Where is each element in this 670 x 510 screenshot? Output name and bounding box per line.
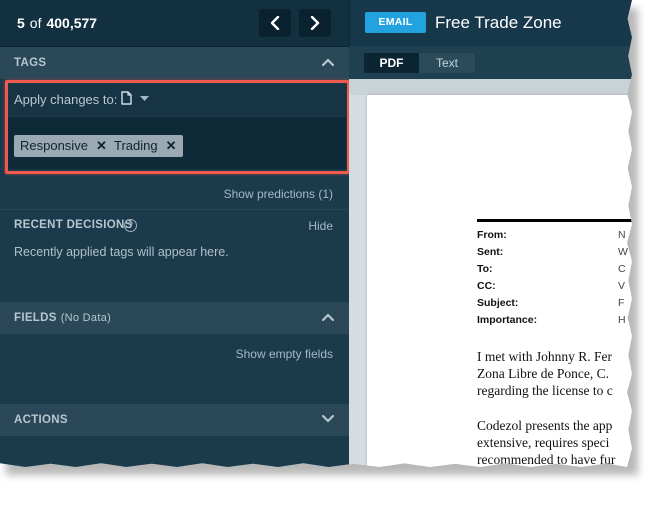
document-viewer: EMAIL Free Trade Zone PDF Text From: Sen… xyxy=(349,0,632,467)
actions-section-header[interactable]: ACTIONS xyxy=(0,404,349,436)
email-badge: EMAIL xyxy=(365,12,426,33)
document-header: EMAIL Free Trade Zone xyxy=(349,0,632,46)
header-label-from: From: xyxy=(477,229,507,241)
show-empty-fields-link[interactable]: Show empty fields xyxy=(236,347,333,361)
tab-pdf[interactable]: PDF xyxy=(364,53,419,73)
header-label-cc: CC: xyxy=(477,280,496,292)
chevron-left-icon xyxy=(270,16,280,30)
next-document-button[interactable] xyxy=(299,9,331,37)
header-label-importance: Importance: xyxy=(477,314,538,326)
header-label-subject: Subject: xyxy=(477,297,519,309)
recent-decisions-title: RECENT DECISIONS xyxy=(14,219,133,231)
chevron-up-icon[interactable] xyxy=(322,312,334,322)
chevron-right-icon xyxy=(310,16,320,30)
view-toggle-bar: PDF Text xyxy=(349,46,632,79)
highlight-box xyxy=(5,80,350,174)
body-text-line: regarding the license to c xyxy=(477,383,613,398)
tags-title: TAGS xyxy=(14,57,47,69)
body-text-line: Codezol presents the app xyxy=(477,418,613,433)
document-page: From: Sent: To: CC: Subject: Importance:… xyxy=(367,95,632,467)
header-value-from: N xyxy=(618,229,626,241)
help-icon[interactable]: ? xyxy=(124,219,137,232)
document-counter: 5 of 400,577 xyxy=(17,15,97,31)
total-count: 400,577 xyxy=(46,15,98,31)
left-panel: 5 of 400,577 TAGS Apply changes to: Respon… xyxy=(0,0,350,467)
show-predictions-link[interactable]: Show predictions (1) xyxy=(224,187,333,201)
chevron-down-icon[interactable] xyxy=(322,414,334,424)
header-rule xyxy=(477,219,632,222)
fields-subtitle: (No Data) xyxy=(60,312,112,324)
viewer-background xyxy=(349,79,632,95)
header-label-to: To: xyxy=(477,263,493,275)
header-value-to: C xyxy=(618,263,626,275)
document-navigation: 5 of 400,577 xyxy=(0,0,349,47)
fields-section-header[interactable]: FIELDS (No Data) xyxy=(0,302,349,334)
counter-of: of xyxy=(29,15,42,31)
header-value-cc: V xyxy=(618,280,626,292)
header-value-subject: F xyxy=(618,297,625,309)
actions-title: ACTIONS xyxy=(14,414,68,426)
fields-title-text: FIELDS xyxy=(14,312,57,324)
header-value-sent: W xyxy=(618,246,628,258)
previous-document-button[interactable] xyxy=(259,9,291,37)
body-text-line: I met with Johnny R. Fer xyxy=(477,349,612,364)
current-index: 5 xyxy=(17,15,25,31)
divider xyxy=(0,209,349,210)
fields-title: FIELDS (No Data) xyxy=(14,312,111,324)
document-title: Free Trade Zone xyxy=(435,13,562,32)
tags-section-header[interactable]: TAGS xyxy=(0,47,349,79)
chevron-up-icon[interactable] xyxy=(322,57,334,67)
body-text-line: extensive, requires speci xyxy=(477,435,610,450)
recent-decisions-empty-text: Recently applied tags will appear here. xyxy=(14,245,229,259)
hide-recent-link[interactable]: Hide xyxy=(308,219,333,233)
header-value-importance: H xyxy=(618,314,626,326)
body-text-line: Zona Libre de Ponce, C. xyxy=(477,366,609,381)
screenshot-frame: 5 of 400,577 TAGS Apply changes to: Respon… xyxy=(0,0,632,467)
tab-text[interactable]: Text xyxy=(419,53,475,73)
header-label-sent: Sent: xyxy=(477,246,504,258)
